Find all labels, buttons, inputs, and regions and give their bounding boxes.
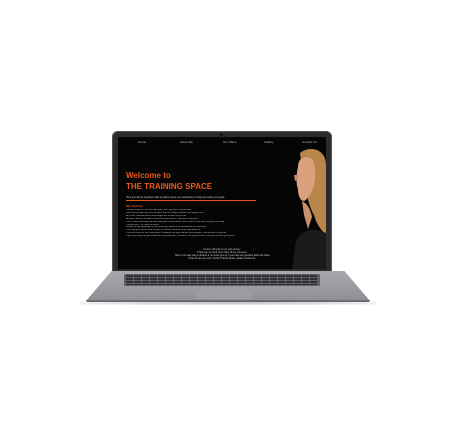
- key-row: [126, 275, 318, 277]
- laptop-mockup: Home About Me Our Plans Gallery Contact …: [0, 0, 452, 426]
- woman-portrait-image: [286, 145, 326, 269]
- key-row: [126, 284, 318, 285]
- hero-heading-line1: Welcome to: [126, 171, 171, 180]
- journey-text: I used to weigh no one with my health, w…: [126, 209, 276, 238]
- hero-heading-line2: THE TRAINING SPACE: [126, 182, 213, 191]
- trackpad: [196, 289, 252, 299]
- key-row: [126, 278, 318, 280]
- hero-divider: [126, 200, 256, 201]
- keyboard: [124, 274, 320, 286]
- hero-tagline: Here you will go anywhere with a positiv…: [126, 196, 225, 199]
- nav-item-home[interactable]: Home: [138, 140, 146, 144]
- nav-item-about[interactable]: About Me: [180, 140, 193, 144]
- nav-item-gallery[interactable]: Gallery: [264, 140, 274, 144]
- journey-heading: My Journey: [126, 204, 143, 208]
- nav-item-plans[interactable]: Our Plans: [223, 140, 236, 144]
- journey-line: If you'll get to plan to get started wit…: [126, 235, 235, 238]
- key-row: [126, 281, 318, 283]
- laptop-lid: Home About Me Our Plans Gallery Contact …: [112, 131, 332, 272]
- webcam-icon: [220, 133, 223, 136]
- nav-item-contact[interactable]: Contact Us: [302, 140, 317, 144]
- laptop-shadow: [80, 301, 376, 305]
- laptop-screen: Home About Me Our Plans Gallery Contact …: [118, 137, 326, 269]
